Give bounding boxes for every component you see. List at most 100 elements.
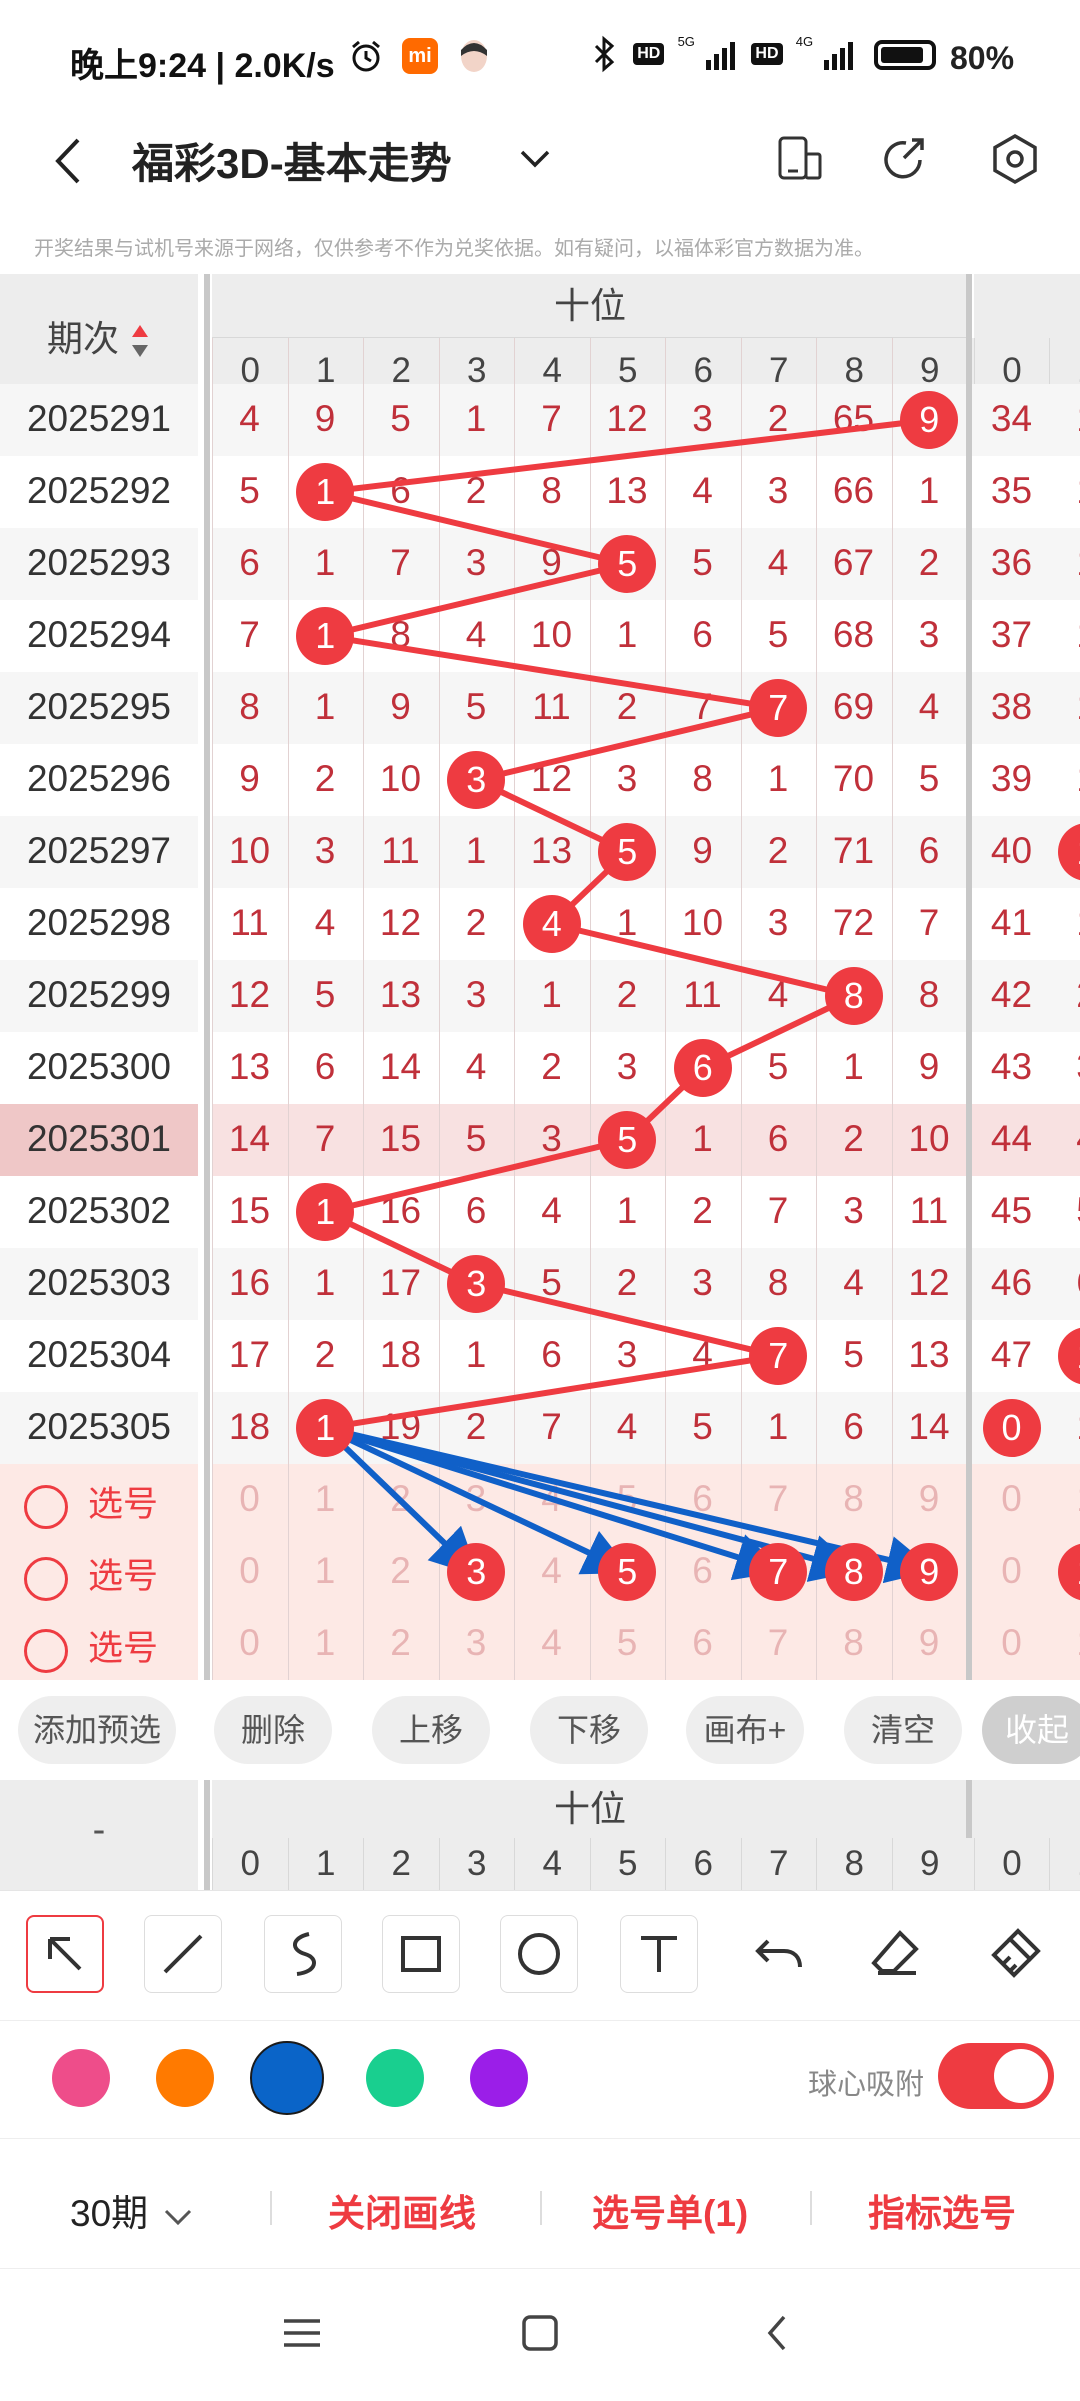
alarm-icon: [348, 38, 384, 74]
status-time: 晚上9:24 | 2.0K/s: [70, 38, 335, 87]
digit-header: 2: [363, 1838, 439, 1890]
action-button[interactable]: 添加预选: [18, 1696, 176, 1764]
action-button[interactable]: 画布+: [686, 1696, 804, 1764]
next-digit-header: 0: [974, 1838, 1049, 1890]
digit-header: 0: [212, 1838, 288, 1890]
drawn-digit-ball: 1: [296, 1399, 354, 1457]
nav-back-icon[interactable]: [748, 2303, 808, 2363]
clear-brush-icon[interactable]: [976, 1915, 1054, 1993]
chevron-down-icon: [158, 2201, 198, 2231]
action-bar: 添加预选删除上移下移画布+ 清空收起: [0, 1680, 1080, 1780]
system-nav-bar: [0, 2268, 1080, 2401]
drawn-digit-ball: 3: [447, 751, 505, 809]
drawn-digit-ball: 1: [296, 463, 354, 521]
signal-icon: [824, 39, 856, 70]
back-arrow-icon[interactable]: [40, 126, 100, 196]
network-4g-label: 4G: [796, 34, 813, 49]
snap-to-center-label: 球心吸附: [808, 2061, 924, 2103]
action-button[interactable]: 上移: [372, 1696, 490, 1764]
arrow-tool-icon[interactable]: [26, 1915, 104, 1993]
digit-header: 5: [590, 1838, 666, 1890]
drawn-digit-ball: 3: [447, 1255, 505, 1313]
color-swatch[interactable]: [52, 2049, 110, 2107]
period-count-label: 30期: [70, 2193, 148, 2234]
circle-tool-icon[interactable]: [500, 1915, 578, 1993]
action-button[interactable]: 清空: [844, 1696, 962, 1764]
drawn-digit-ball: 5: [598, 535, 656, 593]
trend-line: [325, 636, 778, 708]
action-button[interactable]: 收起: [982, 1696, 1080, 1764]
signal-icon: [706, 39, 738, 70]
home-icon[interactable]: [510, 2303, 570, 2363]
menu-icon[interactable]: [272, 2303, 332, 2363]
page-title[interactable]: 福彩3D-基本走势: [132, 130, 452, 191]
indicator-selection-button[interactable]: 指标选号: [868, 2183, 1016, 2237]
digit-header: 3: [439, 1838, 515, 1890]
status-bar: 晚上9:24 | 2.0K/s mi HD 5G HD 4G 80%: [0, 0, 1080, 120]
trend-line: [325, 1356, 778, 1428]
trend-line: [325, 564, 627, 636]
drawn-digit-ball: 9: [900, 391, 958, 449]
drawn-digit-ball: 0: [983, 1399, 1041, 1457]
close-lines-button[interactable]: 关闭画线: [328, 2183, 476, 2237]
digit-header: 8: [816, 1838, 892, 1890]
secondary-table-header: - 十位 012345678901: [0, 1780, 1080, 1890]
selection-list-button[interactable]: 选号单(1): [592, 2183, 748, 2237]
trend-lines-overlay: [0, 274, 1080, 1680]
battery-icon: [874, 40, 936, 70]
drawn-digit-ball: 1: [296, 1183, 354, 1241]
trend-line: [325, 420, 929, 492]
settings-icon[interactable]: [980, 124, 1050, 194]
digit-header: 6: [665, 1838, 741, 1890]
action-button[interactable]: 下移: [530, 1696, 648, 1764]
hd-badge: HD: [633, 43, 664, 65]
drawn-digit-ball: 6: [674, 1039, 732, 1097]
snap-to-center-toggle[interactable]: [938, 2043, 1054, 2109]
line-tool-icon[interactable]: [144, 1915, 222, 1993]
digit-header: 7: [741, 1838, 817, 1890]
secondary-period-header: -: [0, 1780, 198, 1890]
trend-line: [476, 708, 778, 780]
digit-header: 1: [288, 1838, 364, 1890]
avatar-icon: [456, 36, 492, 76]
eraser-icon[interactable]: [858, 1915, 936, 1993]
app-bar: 福彩3D-基本走势: [0, 110, 1080, 210]
device-layout-icon[interactable]: [764, 124, 834, 194]
drawn-digit-ball: 7: [749, 1327, 807, 1385]
text-tool-icon[interactable]: [620, 1915, 698, 1993]
status-icons: HD 5G HD 4G: [590, 34, 856, 74]
picked-digit-ball[interactable]: 3: [447, 1543, 505, 1601]
bottom-bar: 30期 关闭画线 选号单(1) 指标选号: [0, 2138, 1080, 2269]
picked-digit-ball[interactable]: 7: [749, 1543, 807, 1601]
color-swatch[interactable]: [156, 2049, 214, 2107]
drawing-toolbar: [0, 1890, 1080, 2021]
trend-line: [325, 492, 627, 564]
next-digit-header: 1: [1049, 1838, 1080, 1890]
digit-header: 4: [514, 1838, 590, 1890]
chevron-down-icon[interactable]: [510, 134, 560, 184]
color-swatch[interactable]: [470, 2049, 528, 2107]
trend-line: [325, 1140, 627, 1212]
picked-digit-ball[interactable]: 8: [825, 1543, 883, 1601]
undo-icon[interactable]: [740, 1915, 818, 1993]
bluetooth-icon: [590, 34, 620, 74]
picked-digit-ball[interactable]: 5: [598, 1543, 656, 1601]
period-count-dropdown[interactable]: 30期: [70, 2183, 198, 2237]
color-palette: 球心吸附: [0, 2020, 1080, 2139]
trend-table: 期次 十位 012345678901 202529120252922025293…: [0, 274, 1080, 1680]
color-swatch[interactable]: [250, 2041, 324, 2115]
battery-percent: 80%: [950, 40, 1014, 77]
share-icon[interactable]: [868, 124, 938, 194]
color-swatch[interactable]: [366, 2049, 424, 2107]
curve-tool-icon[interactable]: [264, 1915, 342, 1993]
digit-header: 9: [892, 1838, 968, 1890]
picked-digit-ball[interactable]: 9: [900, 1543, 958, 1601]
rectangle-tool-icon[interactable]: [382, 1915, 460, 1993]
hd-badge: HD: [751, 43, 782, 65]
disclaimer-notice: 开奖结果与试机号来源于网络，仅供参考不作为兑奖依据。如有疑问，以福体彩官方数据为…: [34, 232, 874, 261]
mi-app-icon: mi: [402, 38, 438, 74]
drawn-digit-ball: 1: [296, 607, 354, 665]
drawn-digit-ball: 5: [598, 1111, 656, 1169]
secondary-group-header: 十位: [212, 1780, 968, 1839]
action-button[interactable]: 删除: [214, 1696, 332, 1764]
